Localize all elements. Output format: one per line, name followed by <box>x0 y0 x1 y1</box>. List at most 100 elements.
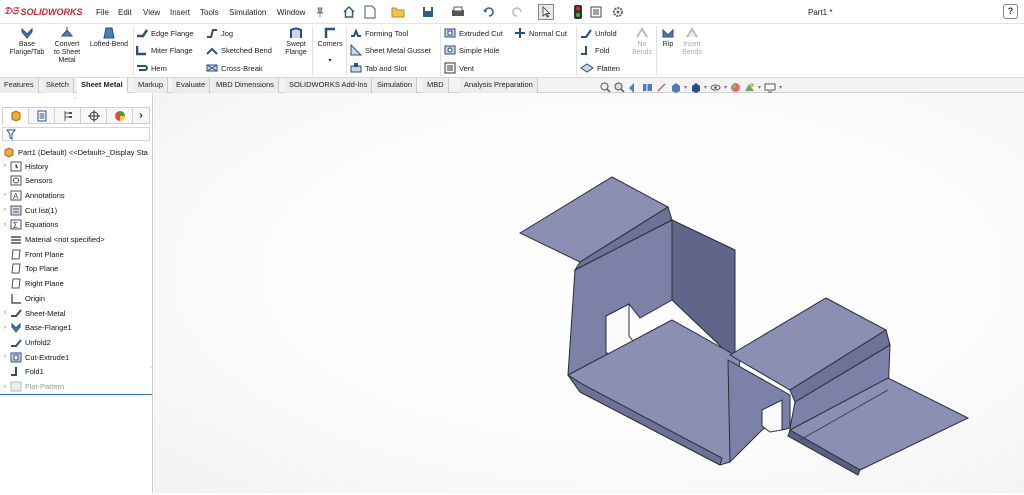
flatten-button[interactable]: Flatten <box>580 62 620 74</box>
tree-item-material-not-specified[interactable]: Material <not specified> <box>0 233 105 247</box>
tree-item-base-flange1[interactable]: › Base-Flange1 <box>0 321 72 335</box>
rebuild-icon[interactable] <box>570 4 586 20</box>
expand-arrow-icon[interactable]: › <box>0 222 10 228</box>
miter-flange-button[interactable]: Miter Flange <box>136 44 193 56</box>
rollback-bar[interactable] <box>0 394 152 395</box>
hide-show-items-icon[interactable] <box>710 82 721 93</box>
tab-simulation[interactable]: Simulation <box>373 78 418 93</box>
tree-item-history[interactable]: › History <box>0 159 48 173</box>
lofted-bend-button[interactable]: Lofted-Bend <box>86 26 132 49</box>
apply-scene-dropdown-icon[interactable]: ▾ <box>758 84 761 91</box>
dimxpert-manager-tab[interactable] <box>80 107 106 124</box>
tab-features[interactable]: Features <box>0 78 39 93</box>
sheet-metal-gusset-button[interactable]: Sheet Metal Gusset <box>350 44 431 56</box>
tree-item-origin[interactable]: Origin <box>0 291 45 305</box>
dynamic-annotation-icon[interactable] <box>656 82 667 93</box>
hide-show-dropdown-icon[interactable]: ▾ <box>724 84 727 91</box>
display-style-dropdown-icon[interactable]: ▾ <box>704 84 707 91</box>
feature-manager-tab[interactable] <box>2 107 28 124</box>
save-icon[interactable] <box>420 4 436 20</box>
view-orientation-icon[interactable] <box>670 82 681 93</box>
options-gear-icon[interactable] <box>610 4 626 20</box>
menu-insert[interactable]: Insert <box>170 8 190 17</box>
apply-scene-icon[interactable] <box>744 82 755 93</box>
corners-dropdown-icon[interactable]: ▾ <box>314 57 346 65</box>
file-properties-icon[interactable] <box>588 4 604 20</box>
undo-icon[interactable] <box>480 4 496 20</box>
tab-solidworks-add-ins[interactable]: SOLIDWORKS Add-Ins <box>285 78 373 93</box>
tree-item-right-plane[interactable]: Right Plane <box>0 277 64 291</box>
swept-flange-button[interactable]: Swept Flange <box>282 26 310 57</box>
tree-filter-bar[interactable] <box>2 127 150 141</box>
tab-sheet-metal[interactable]: Sheet Metal <box>77 78 128 93</box>
tab-markup[interactable]: Markup <box>134 78 169 93</box>
previous-view-icon[interactable] <box>628 82 639 93</box>
sketched-bend-button[interactable]: Sketched Bend <box>206 44 272 56</box>
view-settings-dropdown-icon[interactable]: ▾ <box>779 84 782 91</box>
rip-button[interactable]: Rip <box>658 26 678 49</box>
corners-button[interactable]: Corners ▾ <box>314 26 346 65</box>
tree-item-front-plane[interactable]: Front Plane <box>0 247 64 261</box>
expand-arrow-icon[interactable]: › <box>0 192 10 198</box>
redo-icon[interactable] <box>510 4 526 20</box>
tree-item-top-plane[interactable]: Top Plane <box>0 262 58 276</box>
extruded-cut-button[interactable]: Extruded Cut <box>444 27 503 39</box>
vent-button[interactable]: Vent <box>444 62 474 74</box>
tab-and-slot-button[interactable]: Tab and Slot <box>350 62 407 74</box>
open-folder-icon[interactable] <box>390 4 406 20</box>
expand-arrow-icon[interactable]: › <box>0 207 10 213</box>
insert-bends-button[interactable]: Insert Bends <box>679 26 705 57</box>
menu-view[interactable]: View <box>143 8 160 17</box>
configuration-manager-tab[interactable] <box>54 107 80 124</box>
expand-arrow-icon[interactable]: › <box>0 384 10 390</box>
tab-evaluate[interactable]: Evaluate <box>172 78 211 93</box>
menu-tools[interactable]: Tools <box>200 8 219 17</box>
tab-mbd-dimensions[interactable]: MBD Dimensions <box>212 78 279 93</box>
tree-item-cut-extrude1[interactable]: › Cut-Extrude1 <box>0 350 69 364</box>
edge-flange-button[interactable]: Edge Flange <box>136 27 194 39</box>
print-icon[interactable] <box>450 4 466 20</box>
panel-tabs-more-button[interactable]: › <box>132 107 150 124</box>
pin-icon[interactable] <box>312 4 328 20</box>
sheet-metal-part-model[interactable] <box>154 93 1024 493</box>
normal-cut-button[interactable]: Normal Cut <box>514 27 567 39</box>
select-icon[interactable] <box>538 4 554 20</box>
display-style-icon[interactable] <box>690 82 701 93</box>
view-settings-icon[interactable] <box>764 82 776 93</box>
tree-item-sheet-metal[interactable]: › Sheet-Metal <box>0 306 65 320</box>
section-view-icon[interactable] <box>642 82 653 93</box>
tree-item-equations[interactable]: › Σ Equations <box>0 218 58 232</box>
cross-break-button[interactable]: Cross-Break <box>206 62 263 74</box>
expand-arrow-icon[interactable]: › <box>0 310 10 316</box>
no-bends-button[interactable]: No Bends <box>628 26 656 57</box>
hem-button[interactable]: Hem <box>136 62 167 74</box>
tree-item-unfold2[interactable]: Unfold2 <box>0 335 51 349</box>
convert-to-sheet-metal-button[interactable]: Convert to Sheet Metal <box>50 26 84 65</box>
unfold-button[interactable]: Unfold <box>580 27 617 39</box>
tree-item-fold1[interactable]: Fold1 <box>0 365 44 379</box>
expand-arrow-icon[interactable]: › <box>0 354 10 360</box>
home-icon[interactable] <box>341 4 357 20</box>
menu-simulation[interactable]: Simulation <box>229 8 266 17</box>
property-manager-tab[interactable] <box>28 107 54 124</box>
tree-item-sensors[interactable]: Sensors <box>0 174 53 188</box>
tab-mbd[interactable]: MBD <box>423 78 449 93</box>
fold-button[interactable]: Fold <box>580 44 610 56</box>
menu-file[interactable]: File <box>96 8 109 17</box>
zoom-to-fit-icon[interactable] <box>600 82 611 93</box>
tab-analysis-preparation[interactable]: Analysis Preparation <box>460 78 538 93</box>
graphics-area[interactable] <box>154 93 1024 493</box>
tree-root-part1[interactable]: Part1 (Default) <<Default>_Display Sta <box>3 145 148 159</box>
panel-collapse-handle[interactable]: ◦ <box>74 96 76 102</box>
tree-item-annotations[interactable]: › A Annotations <box>0 188 65 202</box>
menu-window[interactable]: Window <box>277 8 305 17</box>
panel-resize-handle[interactable]: ◦ <box>150 365 152 371</box>
tree-item-flat-pattern[interactable]: › Flat-Pattern <box>0 380 64 394</box>
help-button[interactable]: ? <box>1003 4 1018 19</box>
expand-arrow-icon[interactable]: › <box>0 325 10 331</box>
base-flange-tab-button[interactable]: Base Flange/Tab <box>6 26 48 57</box>
jog-button[interactable]: Jog <box>206 27 233 39</box>
edit-appearance-icon[interactable] <box>730 82 741 93</box>
view-orientation-dropdown-icon[interactable]: ▾ <box>684 84 687 91</box>
new-document-icon[interactable] <box>362 4 378 20</box>
